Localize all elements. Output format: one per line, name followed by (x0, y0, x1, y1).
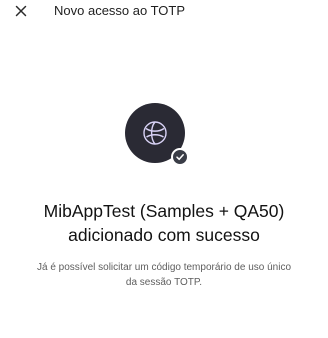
close-button[interactable] (12, 2, 30, 20)
success-description-line1: Já é possível solicitar um código tempor… (36, 262, 292, 273)
close-icon (15, 5, 27, 17)
check-icon (176, 154, 184, 161)
success-illustration (125, 103, 191, 166)
page-title: Novo acesso ao TOTP (54, 3, 186, 18)
success-title: MibAppTest (Samples + QA50) adicionado c… (10, 199, 318, 247)
app-header: Novo acesso ao TOTP (0, 0, 328, 26)
globe-icon (143, 121, 167, 145)
success-title-line1: MibAppTest (Samples + QA50) (43, 201, 285, 221)
success-check-badge (171, 148, 189, 166)
success-description: Já é possível solicitar um código tempor… (8, 260, 320, 290)
success-description-line2: da sessão TOTP. (125, 277, 203, 288)
success-title-line2: adicionado com sucesso (68, 225, 260, 245)
